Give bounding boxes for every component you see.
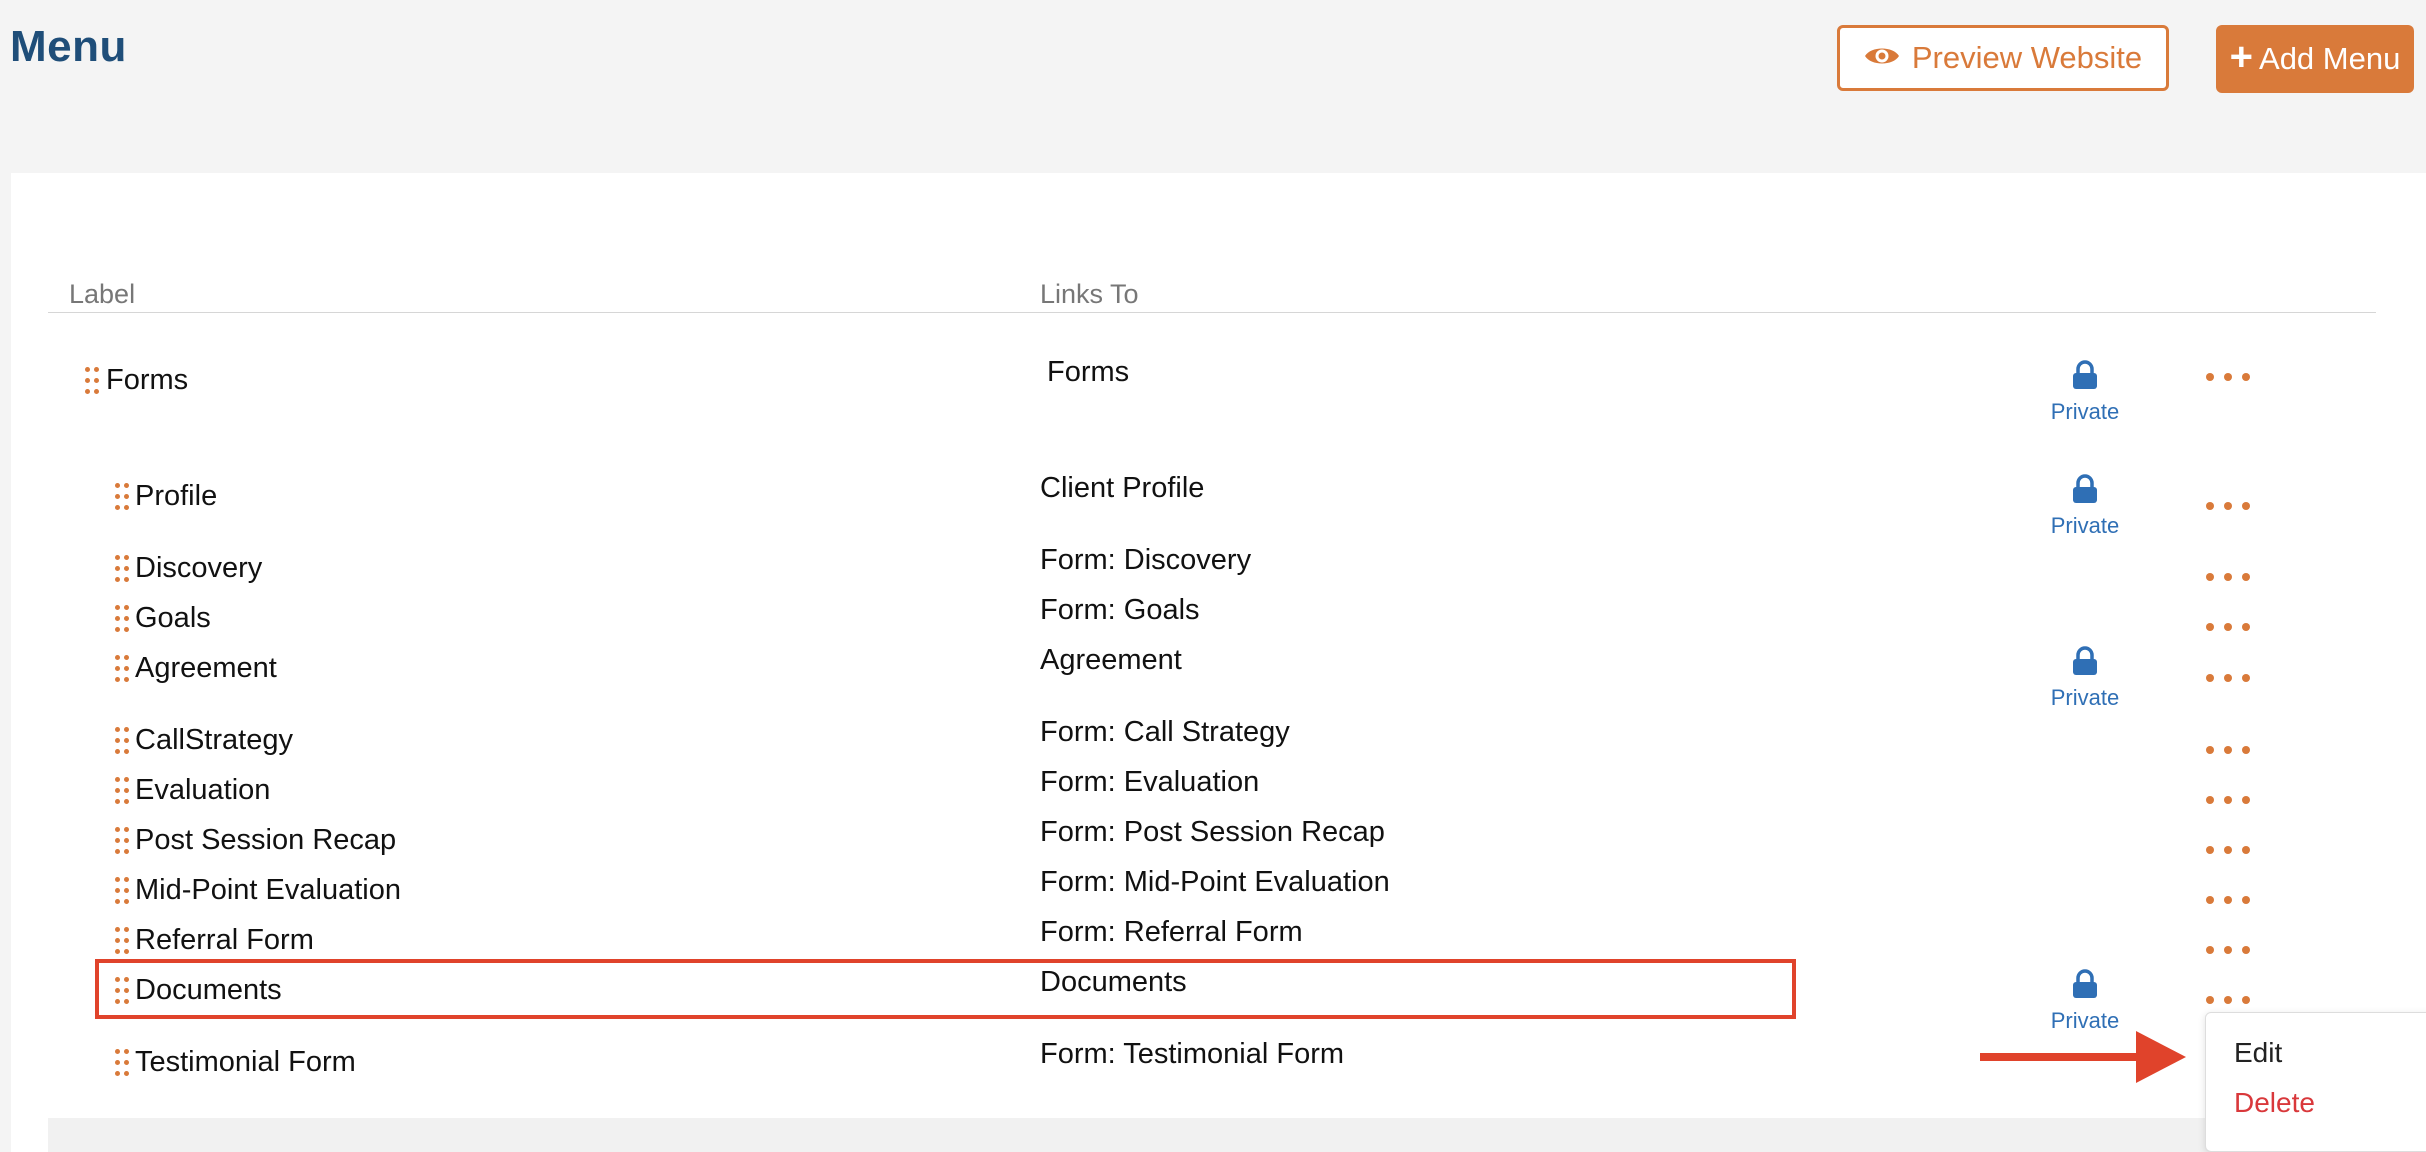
row-label: Discovery [135, 552, 263, 584]
row-label: Goals [135, 602, 211, 634]
arrow-head [2136, 1031, 2186, 1083]
drag-handle-icon[interactable] [115, 777, 129, 805]
drag-handle-icon[interactable] [115, 827, 129, 855]
more-horizontal-icon[interactable] [2206, 940, 2250, 960]
plus-icon: + [2229, 35, 2254, 79]
lock-icon [2040, 969, 2130, 1004]
more-horizontal-icon[interactable] [2206, 668, 2250, 688]
column-header-links-to: Links To [1040, 279, 1139, 309]
row-label: Profile [135, 480, 218, 512]
drag-handle-icon[interactable] [115, 1049, 129, 1077]
eye-icon [1864, 40, 1900, 76]
lock-icon [2040, 474, 2130, 509]
private-indicator: Private [2040, 646, 2130, 711]
more-horizontal-icon[interactable] [2206, 840, 2250, 860]
row-label: Forms [106, 364, 189, 396]
preview-website-label: Preview Website [1911, 40, 2143, 75]
row-label: Referral Form [135, 924, 314, 956]
row-label: Evaluation [135, 774, 271, 806]
more-horizontal-icon[interactable] [2206, 496, 2250, 516]
arrow-annotation [1980, 1053, 2140, 1061]
private-indicator: Private [2040, 474, 2130, 539]
highlight-box [95, 959, 1796, 1019]
more-horizontal-icon[interactable] [2206, 617, 2250, 637]
more-horizontal-icon[interactable] [2206, 367, 2250, 387]
drag-handle-icon[interactable] [115, 727, 129, 755]
more-horizontal-icon[interactable] [2206, 790, 2250, 810]
menu-item-edit[interactable]: Edit [2234, 1037, 2282, 1069]
row-label: Post Session Recap [135, 824, 397, 856]
drag-handle-icon[interactable] [115, 927, 129, 955]
more-horizontal-icon[interactable] [2206, 567, 2250, 587]
row-links-to: Form: Call Strategy [1040, 716, 1290, 748]
preview-website-button[interactable]: Preview Website [1837, 25, 2169, 91]
drag-handle-icon[interactable] [115, 877, 129, 905]
lock-icon [2040, 360, 2130, 395]
column-header-label: Label [69, 279, 136, 309]
drag-handle-icon[interactable] [115, 555, 129, 583]
row-label: Mid-Point Evaluation [135, 874, 401, 906]
drag-handle-icon[interactable] [115, 483, 129, 511]
private-label: Private [2050, 1008, 2120, 1033]
add-menu-label: Add Menu [2259, 41, 2401, 76]
row-links-to: Client Profile [1040, 472, 1205, 504]
private-label: Private [2050, 685, 2120, 710]
private-label: Private [2050, 399, 2120, 424]
row-links-to: Form: Referral Form [1040, 916, 1303, 948]
panel-footer [48, 1118, 2426, 1152]
row-label: CallStrategy [135, 724, 293, 756]
header-divider [48, 312, 2376, 313]
add-menu-button[interactable]: + Add Menu [2216, 25, 2414, 93]
row-links-to: Form: Discovery [1040, 544, 1252, 576]
row-links-to: Form: Testimonial Form [1040, 1038, 1345, 1070]
row-links-to: Form: Mid-Point Evaluation [1040, 866, 1390, 898]
row-links-to: Form: Goals [1040, 594, 1200, 626]
more-horizontal-icon[interactable] [2206, 740, 2250, 760]
more-horizontal-icon[interactable] [2206, 990, 2250, 1010]
page-title: Menu [10, 22, 127, 71]
private-label: Private [2050, 513, 2120, 538]
row-label: Testimonial Form [135, 1046, 356, 1078]
drag-handle-icon[interactable] [115, 605, 129, 633]
private-indicator: Private [2040, 969, 2130, 1034]
row-links-to: Forms [1047, 356, 1130, 388]
row-links-to: Agreement [1040, 644, 1182, 676]
menu-item-delete[interactable]: Delete [2234, 1087, 2315, 1119]
drag-handle-icon[interactable] [85, 367, 99, 395]
private-indicator: Private [2040, 360, 2130, 425]
row-links-to: Form: Post Session Recap [1040, 816, 1385, 848]
more-horizontal-icon[interactable] [2206, 890, 2250, 910]
row-context-menu: Edit Delete [2205, 1012, 2426, 1152]
lock-icon [2040, 646, 2130, 681]
row-links-to: Form: Evaluation [1040, 766, 1260, 798]
row-label: Agreement [135, 652, 277, 684]
drag-handle-icon[interactable] [115, 655, 129, 683]
